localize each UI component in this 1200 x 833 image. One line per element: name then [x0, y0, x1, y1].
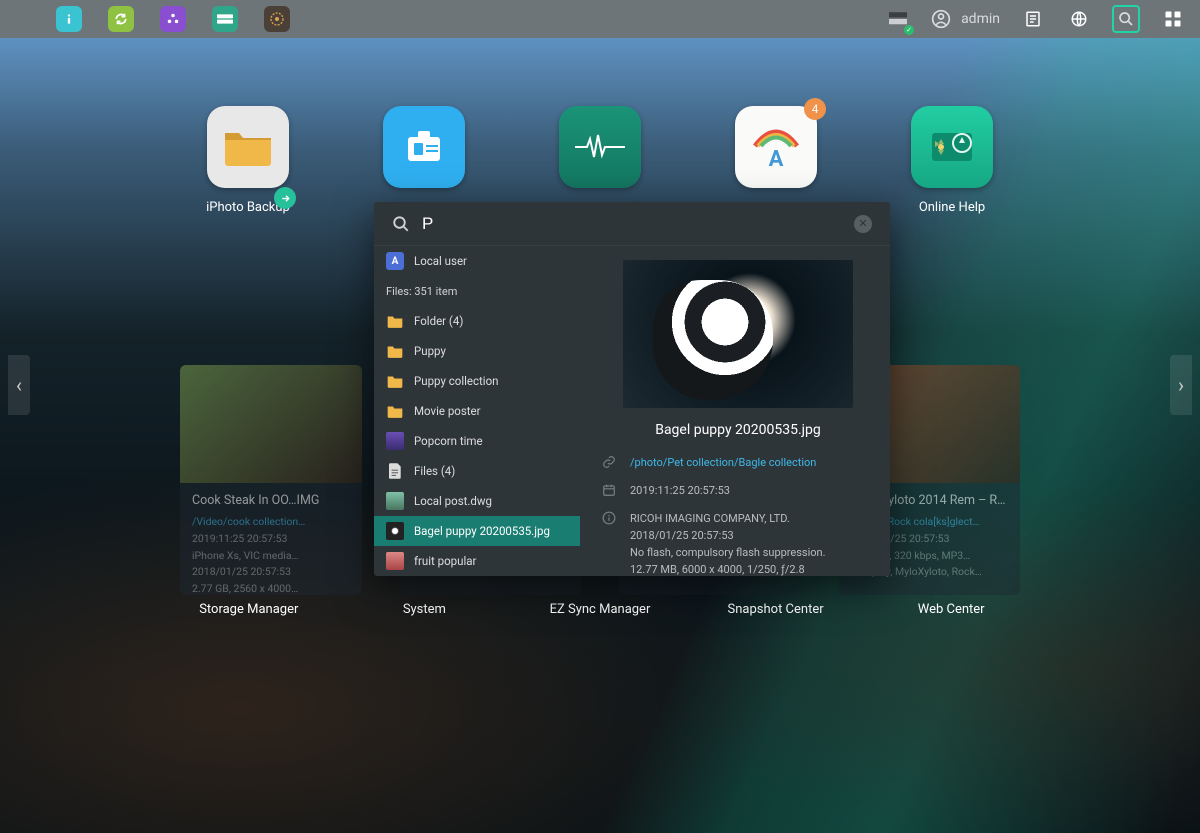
calendar-icon — [602, 483, 618, 502]
preview-flash: No flash, compulsory flash suppression. — [630, 544, 826, 561]
folder-icon — [386, 402, 404, 420]
folder-icon — [386, 312, 404, 330]
recent-card[interactable]: Cook Steak In OO…IMG /Video/cook collect… — [180, 365, 362, 595]
file-item-selected[interactable]: Bagel puppy 20200535.jpg — [374, 516, 580, 546]
app-iphoto-backup[interactable]: iPhoto Backup — [188, 106, 308, 215]
user-menu[interactable]: admin — [931, 9, 1000, 29]
file-item[interactable]: Local post.dwg — [374, 486, 580, 516]
close-icon[interactable]: ✕ — [854, 215, 872, 233]
dock-label[interactable]: EZ Sync Manager — [531, 602, 669, 617]
tb-globe-icon[interactable] — [1066, 6, 1092, 32]
info-icon — [602, 511, 618, 576]
app-access-control[interactable] — [364, 106, 484, 215]
preview-date: 2019:11:25 20:57:53 — [630, 482, 730, 502]
notification-badge: 4 — [804, 98, 826, 120]
preview-path[interactable]: /photo/Pet collection/Bagle collection — [630, 454, 816, 474]
folder-item[interactable]: Movie poster — [374, 396, 580, 426]
file-item[interactable]: fruit popular — [374, 546, 580, 576]
files-group[interactable]: Files (4) — [374, 456, 580, 486]
tb-info-icon[interactable] — [56, 6, 82, 32]
tb-sync-icon[interactable] — [108, 6, 134, 32]
preview-camera: RICOH IMAGING COMPANY, LTD. — [630, 510, 826, 527]
folder-item[interactable]: Puppy collection — [374, 366, 580, 396]
folder-icon — [386, 372, 404, 390]
tb-settings-icon[interactable] — [264, 6, 290, 32]
image-thumb-icon — [386, 522, 404, 540]
folder-item[interactable]: Popcorn time — [374, 426, 580, 456]
image-thumb-icon — [386, 492, 404, 510]
preview-image — [623, 260, 853, 408]
app-thumb-icon — [386, 432, 404, 450]
top-bar: ✓ admin — [0, 0, 1200, 38]
tb-storage-icon[interactable] — [212, 6, 238, 32]
files-count-header: Files: 351 item — [374, 276, 580, 306]
preview-title: Bagel puppy 20200535.jpg — [602, 422, 874, 438]
search-icon — [392, 215, 410, 233]
folder-item[interactable]: Puppy — [374, 336, 580, 366]
folder-icon — [223, 127, 273, 167]
user-name: admin — [961, 11, 1000, 27]
dock-label[interactable]: Snapshot Center — [707, 602, 845, 617]
result-local-user[interactable]: A Local user — [374, 246, 580, 276]
preview-size: 12.77 MB, 6000 x 4000, 1/250, ƒ/2.8 — [630, 561, 826, 576]
app-a-icon: A — [386, 252, 404, 270]
search-panel: ✕ A Local user Files: 351 item Folder (4… — [374, 202, 890, 576]
tb-widgets-icon[interactable] — [1160, 6, 1186, 32]
search-results-list: A Local user Files: 351 item Folder (4) … — [374, 246, 580, 576]
user-icon — [931, 9, 951, 29]
arrow-badge-icon — [274, 187, 296, 209]
desktop-apps: iPhoto Backup A 4 Online Help — [0, 106, 1200, 215]
app-activity-monitor[interactable] — [540, 106, 660, 215]
image-thumb-icon — [386, 552, 404, 570]
dock-label[interactable]: Storage Manager — [180, 602, 318, 617]
file-icon — [386, 462, 404, 480]
search-preview-pane: Bagel puppy 20200535.jpg /photo/Pet coll… — [580, 246, 890, 576]
dock-label[interactable]: Web Center — [882, 602, 1020, 617]
link-icon — [602, 455, 618, 474]
compass-book-icon — [928, 127, 976, 167]
preview-taken: 2018/01/25 20:57:53 — [630, 527, 826, 544]
heartbeat-icon — [575, 132, 625, 162]
app-app-central[interactable]: A 4 — [716, 106, 836, 215]
folder-group[interactable]: Folder (4) — [374, 306, 580, 336]
rainbow-a-icon: A — [751, 124, 801, 170]
svg-text:A: A — [769, 147, 784, 170]
tb-storage-status-icon[interactable]: ✓ — [885, 6, 911, 32]
id-card-icon — [402, 125, 446, 169]
app-online-help[interactable]: Online Help — [892, 106, 1012, 215]
tb-notes-icon[interactable] — [1020, 6, 1046, 32]
search-input[interactable] — [422, 214, 854, 234]
dock-label[interactable]: System — [356, 602, 494, 617]
tb-search-button[interactable] — [1112, 5, 1140, 33]
app-label: Online Help — [892, 200, 1012, 215]
tb-share-icon[interactable] — [160, 6, 186, 32]
dock-labels: Storage Manager System EZ Sync Manager S… — [0, 602, 1200, 617]
folder-icon — [386, 342, 404, 360]
